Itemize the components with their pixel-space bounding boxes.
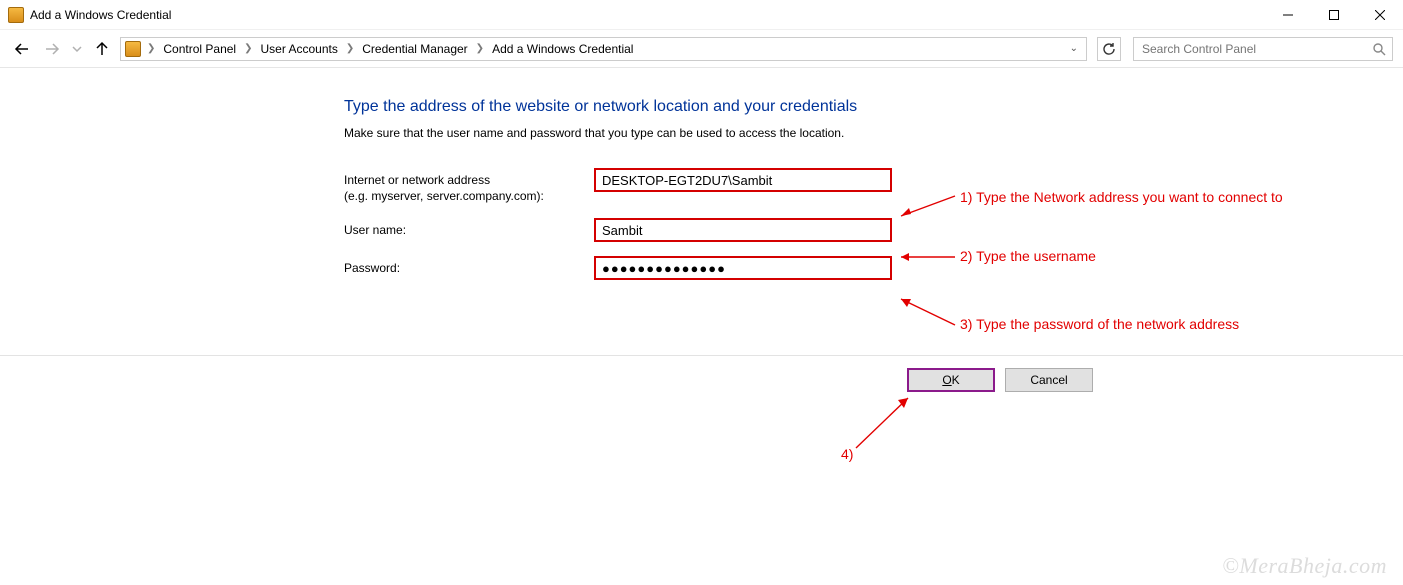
password-label: Password: [344,256,594,276]
page-heading: Type the address of the website or netwo… [344,98,1403,116]
chevron-right-icon: ❯ [145,43,157,54]
title-bar: Add a Windows Credential [0,0,1403,30]
close-button[interactable] [1357,0,1403,30]
page-subtext: Make sure that the user name and passwor… [344,126,1403,140]
username-label: User name: [344,218,594,238]
search-input[interactable] [1140,41,1350,57]
search-box[interactable] [1133,37,1393,61]
arrow-4-icon [850,392,920,452]
breadcrumb-item[interactable]: User Accounts [257,41,342,57]
window-controls [1265,0,1403,30]
search-icon [1372,42,1386,56]
arrow-3-icon [895,295,957,329]
address-label: Internet or network address (e.g. myserv… [344,168,594,204]
forward-button[interactable] [40,37,64,61]
maximize-button[interactable] [1311,0,1357,30]
breadcrumb-item[interactable]: Control Panel [159,41,240,57]
chevron-right-icon: ❯ [344,43,356,54]
navigation-bar: ❯ Control Panel ❯ User Accounts ❯ Creden… [0,30,1403,68]
chevron-right-icon: ❯ [474,43,486,54]
password-input[interactable] [594,256,892,280]
location-icon [125,41,141,57]
address-bar[interactable]: ❯ Control Panel ❯ User Accounts ❯ Creden… [120,37,1087,61]
address-label-line2: (e.g. myserver, server.company.com): [344,189,544,203]
arrow-1-icon [895,190,957,220]
annotation-1: 1) Type the Network address you want to … [960,189,1283,205]
minimize-button[interactable] [1265,0,1311,30]
username-row: User name: [344,218,1403,242]
address-input[interactable] [594,168,892,192]
address-label-line1: Internet or network address [344,173,490,187]
chevron-down-icon[interactable]: ⌄ [1066,43,1082,54]
cancel-button[interactable]: Cancel [1005,368,1093,392]
watermark: ©MeraBheja.com [1222,553,1387,579]
annotation-3: 3) Type the password of the network addr… [960,316,1239,332]
chevron-right-icon: ❯ [242,43,254,54]
back-button[interactable] [10,37,34,61]
username-input[interactable] [594,218,892,242]
breadcrumb-item[interactable]: Credential Manager [358,41,471,57]
window-title: Add a Windows Credential [30,8,171,22]
refresh-button[interactable] [1097,37,1121,61]
up-button[interactable] [90,37,114,61]
password-row: Password: [344,256,1403,280]
breadcrumb-item[interactable]: Add a Windows Credential [488,41,637,57]
arrow-2-icon [895,250,957,264]
button-footer: OK Cancel [0,355,1403,405]
annotation-2: 2) Type the username [960,248,1096,264]
content-area: Type the address of the website or netwo… [0,68,1403,280]
ok-button[interactable]: OK [907,368,995,392]
recent-locations-dropdown[interactable] [70,37,84,61]
app-icon [8,7,24,23]
